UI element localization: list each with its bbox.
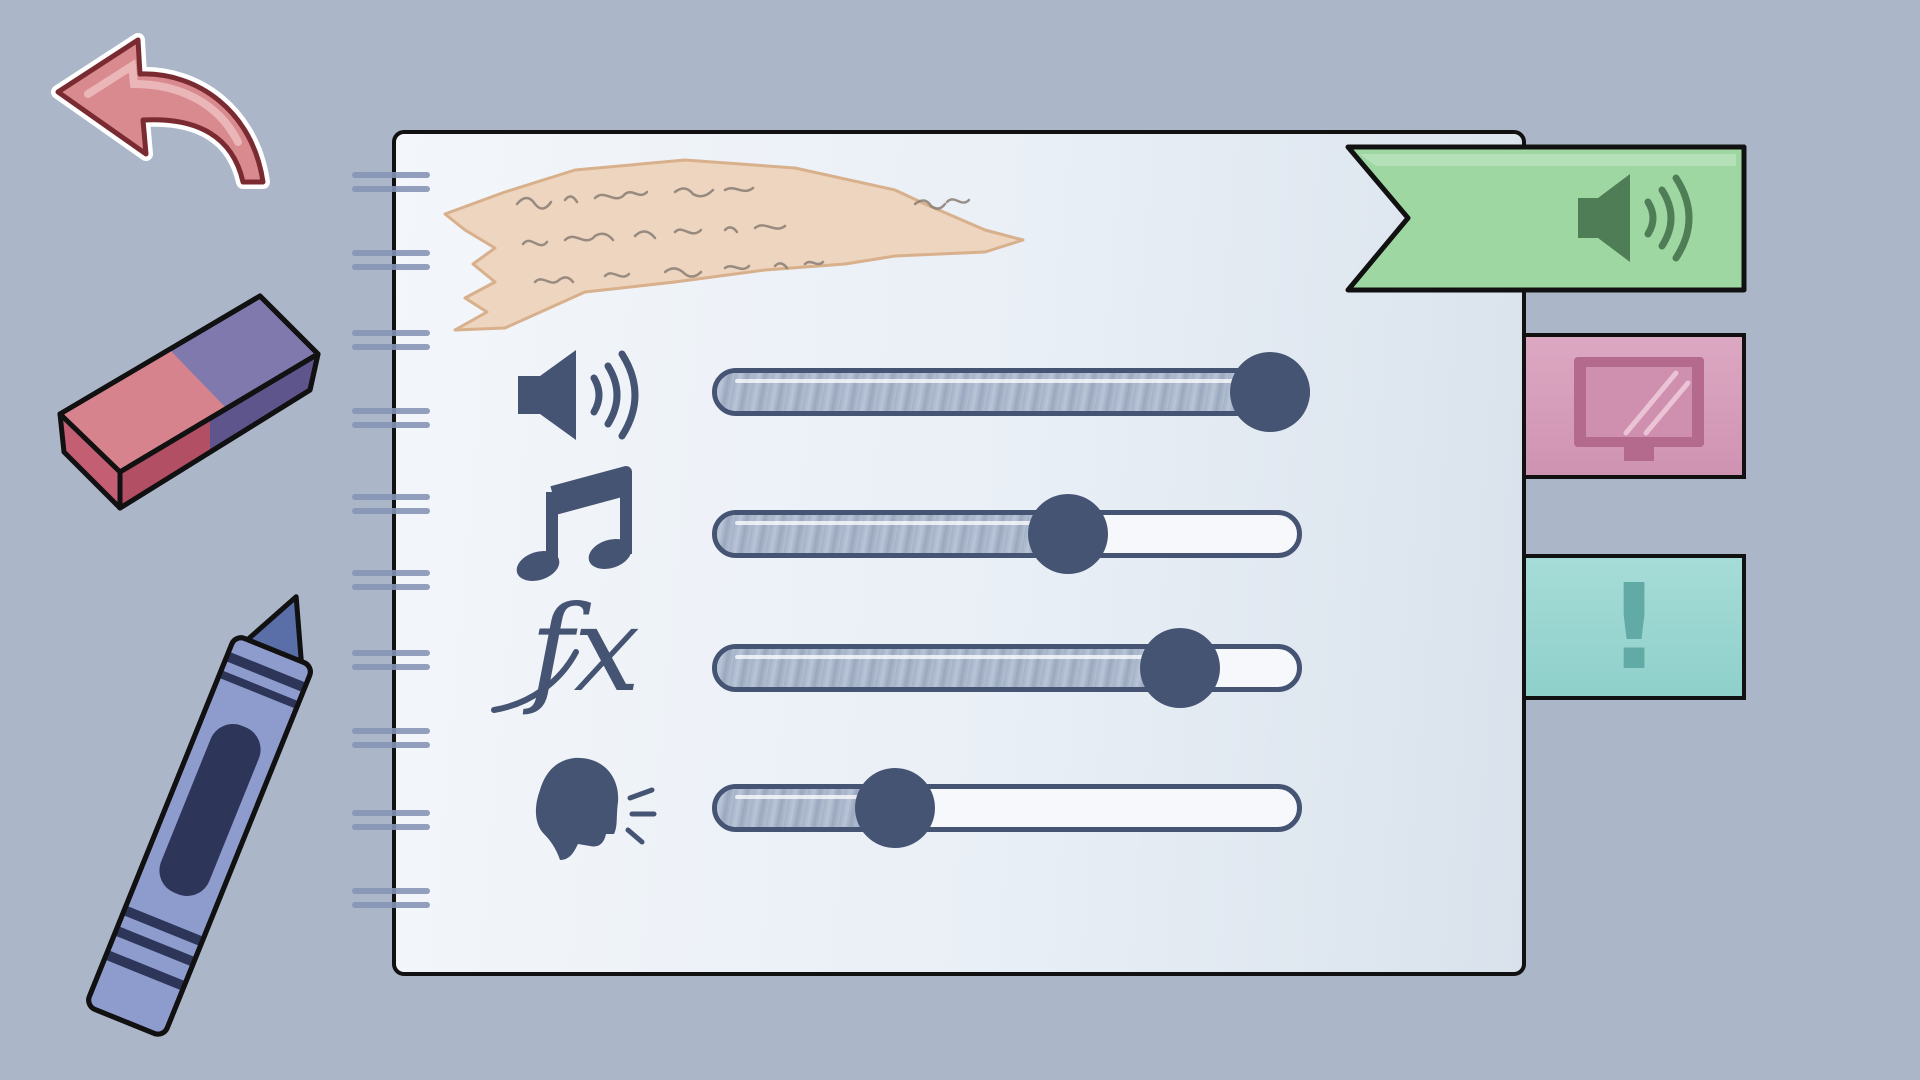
- master-volume-slider[interactable]: [712, 352, 1310, 432]
- eraser-icon: [57, 293, 321, 511]
- voice-volume-icon-wrap: [534, 756, 664, 866]
- scribble-note: [425, 152, 1025, 332]
- tab-sound[interactable]: [1345, 144, 1748, 294]
- slider-knob[interactable]: [1140, 628, 1221, 708]
- sfx-volume-slider[interactable]: [712, 628, 1302, 708]
- sfx-volume-icon-wrap: fx: [490, 580, 670, 722]
- spiral-ring: [352, 728, 430, 748]
- fx-icon: fx: [491, 580, 640, 718]
- spiral-ring: [352, 570, 430, 590]
- fx-label: fx: [522, 580, 640, 718]
- slider-fill: [717, 649, 1186, 687]
- spiral-ring: [352, 172, 430, 192]
- slider-fill: [717, 373, 1275, 411]
- sound-tab-shape: [1345, 144, 1747, 293]
- spiral-ring: [352, 330, 430, 350]
- eraser-decoration: [57, 292, 330, 522]
- spiral-ring: [352, 250, 430, 270]
- back-arrow-icon: [51, 33, 270, 189]
- music-volume-icon-wrap: [516, 466, 632, 582]
- crayon-decoration: [60, 580, 320, 1040]
- slider-fill: [717, 515, 1074, 553]
- speaker-icon: [518, 350, 639, 440]
- monitor-icon: [1574, 357, 1704, 461]
- spiral-ring: [352, 810, 430, 830]
- scribble-note-icon: [443, 158, 1025, 332]
- music-volume-slider[interactable]: [712, 494, 1302, 574]
- spiral-ring: [352, 408, 430, 428]
- master-volume-icon-wrap: [518, 350, 648, 440]
- back-button[interactable]: [48, 32, 278, 192]
- tab-info[interactable]: !: [1526, 554, 1746, 700]
- exclamation-icon: !: [1607, 558, 1661, 696]
- slider-knob[interactable]: [1230, 352, 1310, 432]
- crayon-icon: [86, 594, 313, 1037]
- slider-knob[interactable]: [854, 768, 935, 848]
- slider-knob[interactable]: [1028, 494, 1109, 574]
- tab-display[interactable]: [1526, 333, 1746, 479]
- spiral-ring: [352, 494, 430, 514]
- voice-volume-slider[interactable]: [712, 768, 1302, 848]
- music-note-icon: [516, 466, 632, 581]
- voice-icon: [535, 757, 657, 860]
- spiral-ring: [352, 888, 430, 908]
- spiral-ring: [352, 650, 430, 670]
